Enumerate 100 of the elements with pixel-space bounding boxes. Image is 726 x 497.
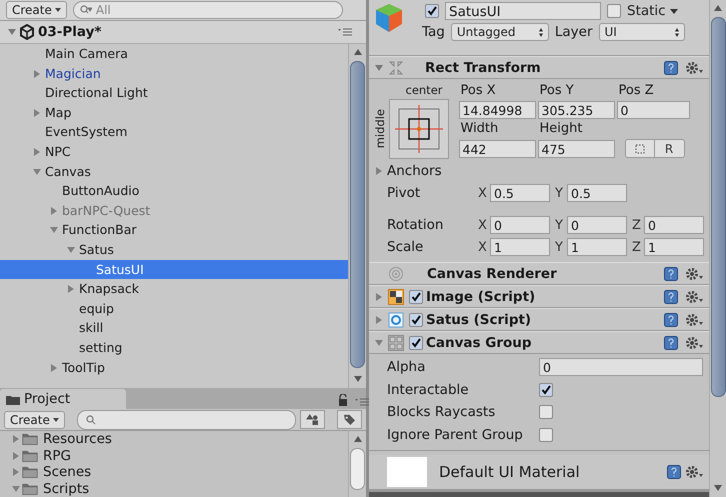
number-field[interactable]: 0 [490,216,550,234]
anchors-foldout[interactable]: Anchors [387,163,442,179]
anchor-preset-button[interactable] [388,99,448,159]
material-preview [387,457,427,487]
hierarchy-item[interactable]: Main Camera [0,44,348,64]
filter-by-label-button[interactable] [337,410,362,429]
settings-icon[interactable] [685,465,703,479]
hierarchy-item[interactable]: equip [0,298,348,318]
field-label: Pos Y [538,83,575,100]
hierarchy-item[interactable]: SatusUI [0,260,348,280]
scroll-up-icon[interactable] [354,49,362,55]
search-icon [80,5,92,15]
number-field[interactable]: 0.5 [567,184,627,202]
number-field[interactable]: 1 [490,238,550,256]
component-header[interactable]: Canvas Group [369,331,709,354]
hierarchy-item[interactable]: setting [0,338,348,358]
number-field[interactable]: 1 [567,238,627,256]
settings-icon[interactable] [685,312,703,326]
folder-item[interactable]: Scripts [0,480,348,497]
project-tab[interactable]: Project [0,389,126,409]
raw-edit-button[interactable]: R [654,139,684,158]
create-button[interactable]: Create [4,410,65,428]
scrollbar[interactable] [348,431,366,497]
menu-icon[interactable] [338,28,352,36]
hierarchy-item[interactable]: FunctionBar [0,220,348,240]
filter-by-type-button[interactable] [300,410,325,429]
help-icon[interactable] [664,60,678,74]
number-field[interactable]: 14.84998 [458,101,536,119]
enabled-checkbox[interactable] [409,290,423,304]
hierarchy-item[interactable]: Satus [0,240,348,260]
number-field[interactable]: 0 [539,358,703,376]
search-field[interactable]: All [72,1,343,19]
scrollbar[interactable] [709,0,726,497]
hierarchy-item[interactable]: Canvas [0,162,348,182]
updown-icon [674,28,678,36]
active-checkbox[interactable] [425,4,439,18]
component-header[interactable]: Canvas Renderer [369,262,709,285]
settings-icon[interactable] [685,290,703,304]
cube-icon [373,2,405,34]
hierarchy-item[interactable]: ToolTip [0,358,348,378]
enabled-checkbox[interactable] [409,312,423,326]
checkbox[interactable] [539,405,553,420]
axis-label: X [478,240,488,254]
number-field[interactable]: 475 [538,140,614,158]
hierarchy-item[interactable]: EventSystem [0,122,348,142]
search-field[interactable] [76,410,296,430]
shapes-icon [306,414,319,425]
number-field[interactable]: 0 [616,101,690,119]
hierarchy-item[interactable]: Magician [0,64,348,84]
name-field[interactable]: SatusUI [445,2,601,20]
checkbox[interactable] [539,428,553,442]
component-header[interactable]: Image (Script) [369,285,709,308]
axis-label: X [478,186,488,200]
toggle-label: Ignore Parent Group [387,426,524,443]
number-field[interactable]: 0 [644,216,704,234]
blueprint-mode-button[interactable] [624,139,654,158]
number-field[interactable]: 0 [567,216,627,234]
hierarchy-item[interactable]: ButtonAudio [0,181,348,201]
hierarchy-item[interactable]: Directional Light [0,83,348,103]
help-icon[interactable] [664,336,678,350]
static-dropdown[interactable]: Static [627,3,678,19]
layer-dropdown[interactable]: UI [598,23,684,41]
layer-label: Layer [554,24,592,40]
settings-icon[interactable] [685,266,703,280]
hierarchy-item[interactable]: skill [0,318,348,338]
folder-item[interactable]: Resources [0,431,348,448]
settings-icon[interactable] [685,60,703,74]
folder-icon [22,482,38,495]
help-icon[interactable] [664,290,678,304]
lock-icon[interactable] [338,394,348,406]
number-field[interactable]: 1 [644,238,704,256]
rect-transform-icon [388,60,404,76]
tag-dropdown[interactable]: Untagged [450,23,549,41]
scroll-up-icon[interactable] [714,5,722,11]
scene-header[interactable]: 03-Play* [0,21,366,44]
enabled-checkbox[interactable] [409,336,423,350]
number-field[interactable]: 305.235 [538,101,614,119]
create-button[interactable]: Create [6,1,67,19]
scroll-down-icon[interactable] [354,376,362,382]
settings-icon[interactable] [685,336,703,350]
number-field[interactable]: 0.5 [490,184,550,202]
scroll-down-icon[interactable] [714,485,722,491]
folder-item[interactable]: Scenes [0,464,348,480]
axis-label: Z [632,218,642,232]
toggle-label: Interactable [387,382,470,398]
component-header[interactable]: Satus (Script) [369,308,709,331]
checkbox[interactable] [539,382,553,397]
hierarchy-item[interactable]: NPC [0,142,348,162]
component-header[interactable]: Rect Transform [369,56,709,79]
help-icon[interactable] [664,312,678,326]
number-field[interactable]: 442 [458,140,536,158]
scrollbar[interactable] [348,44,366,388]
help-icon[interactable] [667,465,681,479]
scroll-up-icon[interactable] [354,436,362,442]
folder-item[interactable]: RPG [0,448,348,464]
tag-label: Tag [422,24,445,40]
hierarchy-item[interactable]: Map [0,102,348,122]
help-icon[interactable] [664,266,678,280]
hierarchy-item[interactable]: Knapsack [0,279,348,299]
static-checkbox[interactable] [607,4,621,18]
